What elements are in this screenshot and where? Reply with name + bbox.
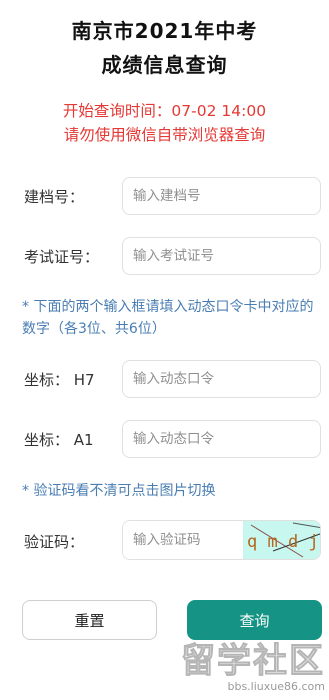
captcha-label: 验证码： xyxy=(24,533,85,551)
reset-button[interactable]: 重置 xyxy=(22,600,157,640)
page-title-line1: 南京市2021年中考 xyxy=(71,19,258,43)
watermark-logo: 留学社区 xyxy=(181,641,325,681)
file-no-input[interactable] xyxy=(122,177,321,215)
captcha-field: q m d j xyxy=(122,520,321,560)
captcha-image-graphic: q m d j xyxy=(243,521,320,559)
query-button[interactable]: 查询 xyxy=(187,600,322,640)
captcha-hint: * 验证码看不清可点击图片切换 xyxy=(22,483,216,499)
coord-h7-label: 坐标： H7 xyxy=(24,371,95,389)
captcha-image[interactable]: q m d j xyxy=(243,521,320,559)
coord-h7-input[interactable] xyxy=(122,360,321,398)
exam-no-label: 考试证号： xyxy=(24,248,100,266)
captcha-text: q m d j xyxy=(247,532,319,552)
notice-browser-warning: 请勿使用微信自带浏览器查询 xyxy=(63,126,266,144)
notice-start-time: 开始查询时间：07-02 14:00 xyxy=(62,102,267,120)
notice-text: 开始查询时间：07-02 14:00 请勿使用微信自带浏览器查询 xyxy=(0,99,329,147)
coord-a1-label: 坐标： A1 xyxy=(24,431,94,449)
coord-a1-input[interactable] xyxy=(122,420,321,458)
watermark-url: bbs.liuxue86.com xyxy=(227,680,325,693)
page-title: 南京市2021年中考 成绩信息查询 xyxy=(0,14,329,82)
exam-no-input[interactable] xyxy=(122,237,321,275)
query-page: 南京市2021年中考 成绩信息查询 开始查询时间：07-02 14:00 请勿使… xyxy=(0,0,329,700)
file-no-label: 建档号： xyxy=(24,188,85,206)
watermark: 留学社区 bbs.liuxue86.com xyxy=(181,641,326,694)
page-title-line2: 成绩信息查询 xyxy=(101,53,228,77)
token-hint: * 下面的两个输入框请填入动态口令卡中对应的数字（各3位、共6位） xyxy=(22,299,314,337)
captcha-input[interactable] xyxy=(123,521,243,559)
